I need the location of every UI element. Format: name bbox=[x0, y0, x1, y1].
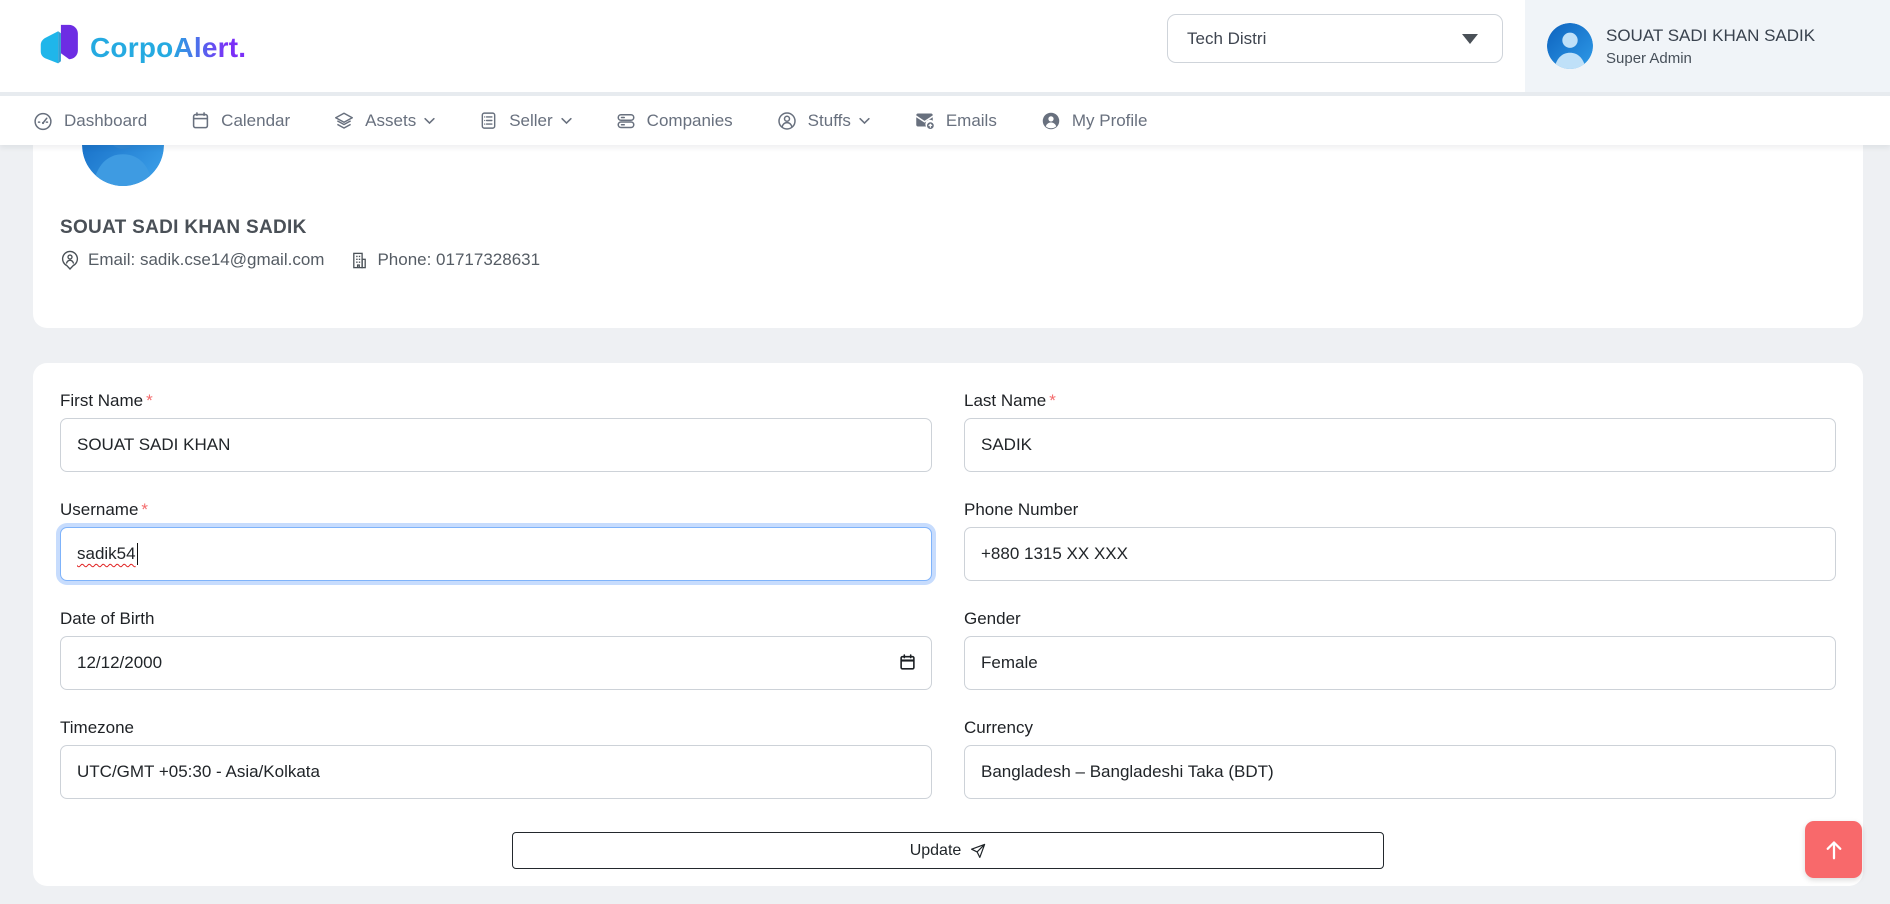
nav-item-companies[interactable]: Companies bbox=[616, 111, 733, 131]
last-name-label: Last Name* bbox=[964, 391, 1836, 411]
profile-contact-row: Email: sadik.cse14@gmail.com Phone: 0171… bbox=[60, 250, 540, 270]
nav-label: Seller bbox=[509, 111, 552, 131]
nav-item-my-profile[interactable]: My Profile bbox=[1041, 111, 1148, 131]
profile-name: SOUAT SADI KHAN SADIK bbox=[60, 217, 307, 239]
first-name-label: First Name* bbox=[60, 391, 932, 411]
currency-label: Currency bbox=[964, 718, 1836, 738]
user-meta: SOUAT SADI KHAN SADIK Super Admin bbox=[1606, 26, 1815, 67]
field-currency: Currency bbox=[964, 718, 1836, 799]
app-header: CorpoAlert. Tech Distri SOUAT SADI KHAN … bbox=[0, 0, 1890, 92]
username-label: Username* bbox=[60, 500, 932, 520]
nav-item-calendar[interactable]: Calendar bbox=[191, 111, 290, 131]
profile-phone-text: Phone: 01717328631 bbox=[377, 250, 540, 270]
required-asterisk: * bbox=[1049, 391, 1056, 410]
header-user-menu[interactable]: SOUAT SADI KHAN SADIK Super Admin bbox=[1525, 0, 1890, 92]
nav-item-dashboard[interactable]: Dashboard bbox=[33, 111, 147, 131]
phone-number-label: Phone Number bbox=[964, 500, 1836, 520]
timezone-label: Timezone bbox=[60, 718, 932, 738]
required-asterisk: * bbox=[141, 500, 148, 519]
text-caret bbox=[137, 543, 139, 565]
field-timezone: Timezone bbox=[60, 718, 932, 799]
chevron-down-icon bbox=[561, 117, 572, 125]
profile-email: Email: sadik.cse14@gmail.com bbox=[60, 250, 324, 270]
profile-phone: Phone: 01717328631 bbox=[350, 250, 540, 270]
nav-label: Calendar bbox=[221, 111, 290, 131]
gender-input[interactable] bbox=[964, 636, 1836, 690]
nav-item-emails[interactable]: Emails bbox=[914, 111, 997, 131]
speedometer-icon bbox=[33, 111, 53, 131]
nav-label: My Profile bbox=[1072, 111, 1148, 131]
field-gender: Gender bbox=[964, 609, 1836, 690]
profile-edit-form: First Name* Last Name* Username* sadik54… bbox=[33, 363, 1863, 886]
person-circle-icon bbox=[1041, 111, 1061, 131]
username-value: sadik54 bbox=[77, 544, 136, 564]
company-select-value: Tech Distri bbox=[1187, 29, 1266, 49]
nav-label: Stuffs bbox=[808, 111, 851, 131]
nav-item-seller[interactable]: Seller bbox=[479, 111, 571, 131]
arrow-up-icon bbox=[1822, 838, 1846, 862]
timezone-input[interactable] bbox=[60, 745, 932, 799]
nav-label: Dashboard bbox=[64, 111, 147, 131]
user-avatar bbox=[1547, 23, 1593, 69]
field-first-name: First Name* bbox=[60, 391, 932, 472]
send-icon bbox=[970, 843, 986, 859]
phone-number-input[interactable] bbox=[964, 527, 1836, 581]
invoice-icon bbox=[479, 111, 498, 130]
header-divider bbox=[0, 92, 1890, 96]
brand-logo-icon bbox=[38, 22, 82, 73]
field-last-name: Last Name* bbox=[964, 391, 1836, 472]
company-select[interactable]: Tech Distri bbox=[1167, 14, 1503, 63]
layers-icon bbox=[334, 111, 354, 131]
scroll-to-top-button[interactable] bbox=[1805, 821, 1862, 878]
person-badge-icon bbox=[777, 111, 797, 131]
profile-email-text: Email: sadik.cse14@gmail.com bbox=[88, 250, 324, 270]
required-asterisk: * bbox=[146, 391, 153, 410]
user-name: SOUAT SADI KHAN SADIK bbox=[1606, 26, 1815, 46]
nav-label: Assets bbox=[365, 111, 416, 131]
brand-logo[interactable]: CorpoAlert. bbox=[38, 22, 246, 73]
envelope-icon bbox=[914, 111, 935, 131]
calendar-icon bbox=[191, 111, 210, 130]
last-name-input[interactable] bbox=[964, 418, 1836, 472]
chevron-down-icon bbox=[859, 117, 870, 125]
update-button[interactable]: Update bbox=[512, 832, 1384, 869]
field-username: Username* sadik54 bbox=[60, 500, 932, 581]
nav-item-stuffs[interactable]: Stuffs bbox=[777, 111, 870, 131]
update-button-label: Update bbox=[910, 842, 962, 860]
nav-label: Companies bbox=[647, 111, 733, 131]
dropdown-arrow-icon bbox=[1462, 34, 1478, 44]
chevron-down-icon bbox=[424, 117, 435, 125]
username-input[interactable]: sadik54 bbox=[60, 527, 932, 581]
person-pin-icon bbox=[60, 250, 80, 270]
first-name-input[interactable] bbox=[60, 418, 932, 472]
building-icon bbox=[350, 251, 369, 270]
date-picker-icon[interactable] bbox=[899, 653, 916, 671]
gender-label: Gender bbox=[964, 609, 1836, 629]
field-date-of-birth: Date of Birth bbox=[60, 609, 932, 690]
server-icon bbox=[616, 111, 636, 131]
dob-input[interactable] bbox=[60, 636, 932, 690]
main-nav: Dashboard Calendar Assets Seller Compani bbox=[0, 96, 1890, 145]
nav-item-assets[interactable]: Assets bbox=[334, 111, 435, 131]
field-phone-number: Phone Number bbox=[964, 500, 1836, 581]
profile-summary-card: SOUAT SADI KHAN SADIK Email: sadik.cse14… bbox=[33, 145, 1863, 328]
brand-logo-text: CorpoAlert. bbox=[90, 32, 246, 64]
dob-label: Date of Birth bbox=[60, 609, 932, 629]
user-role: Super Admin bbox=[1606, 50, 1815, 67]
nav-label: Emails bbox=[946, 111, 997, 131]
currency-input[interactable] bbox=[964, 745, 1836, 799]
